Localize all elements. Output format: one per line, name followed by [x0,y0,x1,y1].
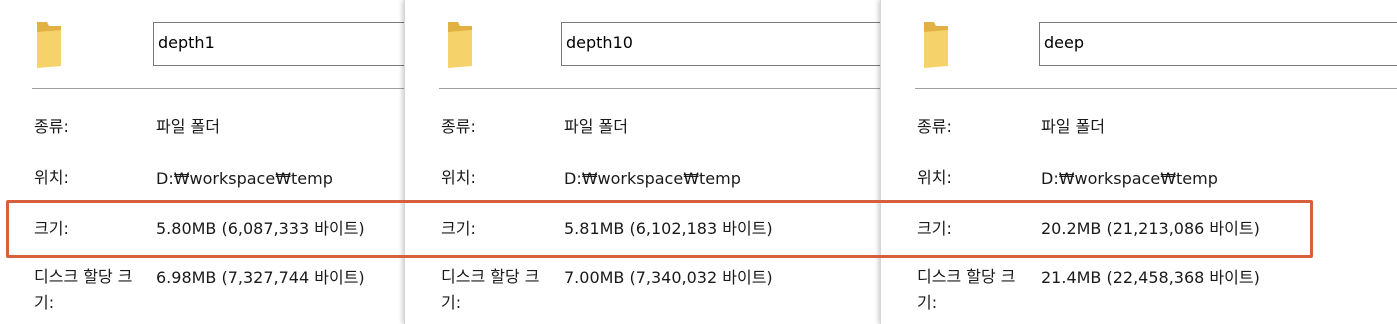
properties-panel-depth10: depth10 종류: 파일 폴더 위치: D:₩workspace₩temp … [404,0,881,324]
disk-size-value: 7.00MB (7,340,032 바이트) [564,268,773,287]
size-value: 5.80MB (6,087,333 바이트) [156,219,365,238]
size-label: 크기: [34,219,69,238]
location-value: D:₩workspace₩temp [564,169,741,188]
folder-icon [924,22,948,68]
disk-size-label: 디스크 할당 크기: [34,267,133,312]
type-label: 종류: [34,117,69,136]
disk-size-value: 21.4MB (22,458,368 바이트) [1041,268,1260,287]
location-value: D:₩workspace₩temp [156,169,333,188]
folder-name-field[interactable]: depth1 [153,22,404,66]
location-value: D:₩workspace₩temp [1041,169,1218,188]
divider [915,88,1397,89]
size-label: 크기: [917,219,952,238]
folder-icon [448,22,472,68]
divider [439,88,881,89]
disk-size-label: 디스크 할당 크기: [441,267,540,312]
location-label: 위치: [917,168,952,187]
type-value: 파일 폴더 [564,117,628,136]
size-value: 20.2MB (21,213,086 바이트) [1041,219,1260,238]
type-label: 종류: [441,117,476,136]
folder-name-field[interactable]: depth10 [561,22,881,66]
size-label: 크기: [441,219,476,238]
location-label: 위치: [441,168,476,187]
type-value: 파일 폴더 [156,117,220,136]
properties-panel-depth1: depth1 종류: 파일 폴더 위치: D:₩workspace₩temp 크… [0,0,404,324]
type-value: 파일 폴더 [1041,117,1105,136]
type-label: 종류: [917,117,952,136]
folder-name-field[interactable]: deep [1039,22,1397,66]
divider [32,88,404,89]
size-value: 5.81MB (6,102,183 바이트) [564,219,773,238]
disk-size-label: 디스크 할당 크기: [917,267,1016,312]
disk-size-value: 6.98MB (7,327,744 바이트) [156,268,365,287]
folder-icon [37,22,61,68]
properties-panel-deep: deep 종류: 파일 폴더 위치: D:₩workspace₩temp 크기:… [880,0,1397,324]
location-label: 위치: [34,168,69,187]
